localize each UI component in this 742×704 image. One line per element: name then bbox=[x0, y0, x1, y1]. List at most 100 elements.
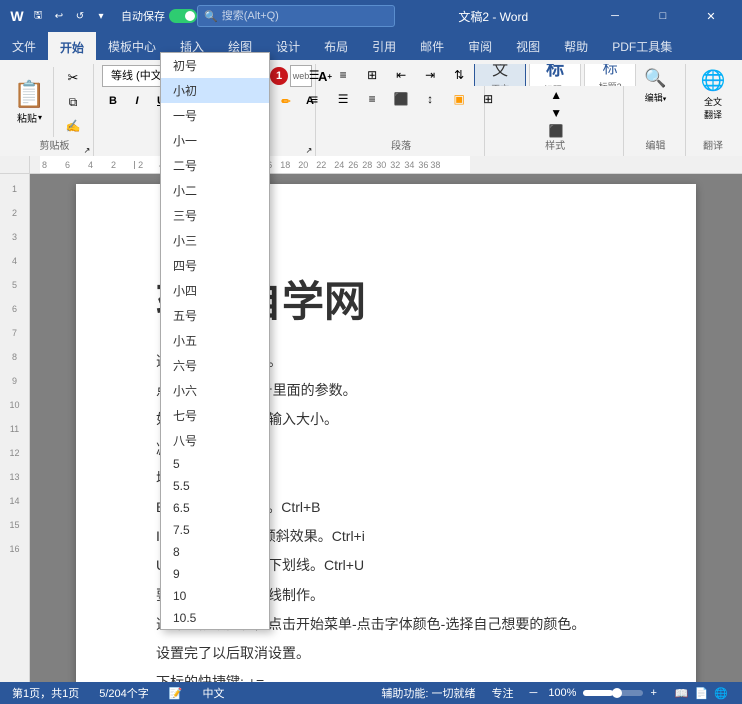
styles-up-button[interactable]: ▲ bbox=[542, 86, 570, 104]
editing-expand-button[interactable]: 🔍 编辑▾ bbox=[631, 64, 681, 108]
focus-button[interactable]: 专注 bbox=[488, 682, 518, 704]
tab-references[interactable]: 引用 bbox=[360, 32, 408, 60]
tab-layout[interactable]: 布局 bbox=[312, 32, 360, 60]
editing-controls: 🔍 编辑▾ bbox=[631, 64, 681, 124]
translate-group-label: 翻译 bbox=[688, 137, 738, 152]
fontsize-item-wuhao[interactable]: 五号 bbox=[161, 303, 269, 328]
fontsize-item-10-5[interactable]: 10.5 bbox=[161, 607, 269, 629]
fontsize-item-qihao[interactable]: 七号 bbox=[161, 403, 269, 428]
web-view-button[interactable]: 🌐 bbox=[712, 687, 730, 700]
tab-template[interactable]: 模板中心 bbox=[96, 32, 168, 60]
undo-icon[interactable]: ↩ bbox=[50, 7, 68, 25]
zoom-in-button[interactable]: + bbox=[646, 682, 660, 704]
fontsize-item-xiaosi[interactable]: 小四 bbox=[161, 278, 269, 303]
fontsize-item-xiaoer[interactable]: 小二 bbox=[161, 178, 269, 203]
redo-icon[interactable]: ↺ bbox=[71, 7, 89, 25]
copy-button[interactable]: ⧉ bbox=[59, 91, 87, 113]
fontsize-item-chuhao[interactable]: 初号 bbox=[161, 53, 269, 78]
fontsize-item-liuhao[interactable]: 六号 bbox=[161, 353, 269, 378]
clipboard-expand[interactable]: ↗ bbox=[81, 144, 93, 156]
fontsize-item-5[interactable]: 5 bbox=[161, 453, 269, 475]
clipboard-group: 📋 粘贴▾ ✂ ⧉ ✍ 剪贴板 ↗ bbox=[4, 64, 94, 156]
fontsize-item-yihao[interactable]: 一号 bbox=[161, 103, 269, 128]
fontsize-item-erhao[interactable]: 二号 bbox=[161, 153, 269, 178]
translate-controls: 🌐 全文翻译 bbox=[689, 64, 737, 141]
tab-design[interactable]: 设计 bbox=[264, 32, 312, 60]
document-scroll[interactable]: 软件自学网 选中要修改的内容。点击开始菜单-字号里面的参数。如果要更改，手动输入… bbox=[30, 174, 742, 682]
translate-label: 全文翻译 bbox=[704, 95, 722, 121]
line-spacing-button[interactable]: ↕ bbox=[416, 88, 444, 110]
zoom-out-button[interactable]: ─ bbox=[526, 682, 542, 704]
tab-mailings[interactable]: 邮件 bbox=[408, 32, 456, 60]
fontsize-item-bahao[interactable]: 八号 bbox=[161, 428, 269, 453]
restore-button[interactable]: □ bbox=[640, 0, 686, 32]
sort-button[interactable]: ⇅ bbox=[445, 64, 473, 86]
fontsize-item-xiaoyi[interactable]: 小一 bbox=[161, 128, 269, 153]
editing-group-label: 编辑 bbox=[626, 137, 685, 152]
close-button[interactable]: ✕ bbox=[688, 0, 734, 32]
accessibility-label: 辅助功能: 一切就绪 bbox=[377, 682, 479, 704]
numbering-button[interactable]: ≡ bbox=[329, 64, 357, 86]
increase-indent-button[interactable]: ⇥ bbox=[416, 64, 444, 86]
fontsize-item-xiaochi[interactable]: 小初 bbox=[161, 78, 269, 103]
tab-home[interactable]: 开始 bbox=[48, 32, 96, 60]
styles-down-button[interactable]: ▼ bbox=[542, 104, 570, 122]
read-mode-button[interactable]: 📖 bbox=[673, 687, 691, 700]
editing-icon: 🔍 bbox=[644, 68, 666, 89]
multilevel-button[interactable]: ⊞ bbox=[358, 64, 386, 86]
autosave-toggle[interactable] bbox=[169, 9, 197, 23]
fontsize-item-sanhao[interactable]: 三号 bbox=[161, 203, 269, 228]
align-right-button[interactable]: ≡ bbox=[358, 88, 386, 110]
search-input[interactable] bbox=[222, 10, 362, 22]
full-translate-button[interactable]: 🌐 全文翻译 bbox=[689, 64, 737, 125]
tab-file[interactable]: 文件 bbox=[0, 32, 48, 60]
bold-button[interactable]: B bbox=[102, 90, 124, 112]
print-layout-button[interactable]: 📄 bbox=[693, 687, 711, 700]
page-info[interactable]: 第1页，共1页 bbox=[8, 682, 83, 704]
language-indicator[interactable]: 中文 bbox=[198, 682, 228, 704]
minimize-button[interactable]: ─ bbox=[592, 0, 638, 32]
style-heading1[interactable]: 标 标题1 bbox=[529, 64, 581, 86]
window-title: 🔍 bbox=[197, 5, 395, 27]
tab-review[interactable]: 审阅 bbox=[456, 32, 504, 60]
format-painter-button[interactable]: ✍ bbox=[59, 115, 87, 137]
zoom-slider[interactable] bbox=[583, 690, 643, 696]
bullets-button[interactable]: ☰ bbox=[300, 64, 328, 86]
styles-group: 文 正文 标 标题1 标 标题2 ▲ ▼ ⬛ 样式 bbox=[487, 64, 624, 156]
editing-group: 🔍 编辑▾ 编辑 bbox=[626, 64, 686, 156]
ribbon-content: 📋 粘贴▾ ✂ ⧉ ✍ 剪贴板 ↗ 等线 (中文正文) ▾ bbox=[0, 60, 742, 156]
cut-button[interactable]: ✂ bbox=[59, 67, 87, 89]
paste-button[interactable]: 📋 粘贴▾ bbox=[10, 67, 54, 137]
highlight-button[interactable]: ✏ bbox=[275, 90, 297, 112]
zoom-level: 100% bbox=[544, 682, 580, 704]
zoom-thumb[interactable] bbox=[612, 688, 622, 698]
doc-line: 设置完了以后取消设置。 bbox=[156, 641, 616, 666]
word-count[interactable]: 5/204个字 bbox=[95, 682, 153, 704]
fontsize-item-5-5[interactable]: 5.5 bbox=[161, 475, 269, 497]
italic-button[interactable]: I bbox=[126, 90, 148, 112]
style-h2-label: 标题2 bbox=[599, 80, 622, 86]
align-center-button[interactable]: ☰ bbox=[329, 88, 357, 110]
fontsize-item-xiaoliu[interactable]: 小六 bbox=[161, 378, 269, 403]
fontsize-item-xiaowu[interactable]: 小五 bbox=[161, 328, 269, 353]
justify-button[interactable]: ⬛ bbox=[387, 88, 415, 110]
customize-icon[interactable]: ▾ bbox=[92, 7, 110, 25]
align-left-button[interactable]: ≡ bbox=[300, 88, 328, 110]
tab-pdf[interactable]: PDF工具集 bbox=[600, 32, 684, 60]
fontsize-item-9[interactable]: 9 bbox=[161, 563, 269, 585]
fontsize-item-sihao[interactable]: 四号 bbox=[161, 253, 269, 278]
decrease-indent-button[interactable]: ⇤ bbox=[387, 64, 415, 86]
fontsize-item-6-5[interactable]: 6.5 bbox=[161, 497, 269, 519]
fontsize-item-7-5[interactable]: 7.5 bbox=[161, 519, 269, 541]
translate-group: 🌐 全文翻译 翻译 bbox=[688, 64, 738, 156]
macro-button[interactable]: 📝 bbox=[165, 682, 187, 704]
font-expand[interactable]: ↗ bbox=[303, 144, 315, 156]
tab-view[interactable]: 视图 bbox=[504, 32, 552, 60]
shading-button[interactable]: ▣ bbox=[445, 88, 473, 110]
save-icon[interactable]: 🖫 bbox=[29, 7, 47, 25]
style-normal[interactable]: 文 正文 bbox=[474, 64, 526, 86]
fontsize-item-8[interactable]: 8 bbox=[161, 541, 269, 563]
fontsize-item-xiaosan[interactable]: 小三 bbox=[161, 228, 269, 253]
fontsize-item-10[interactable]: 10 bbox=[161, 585, 269, 607]
tab-help[interactable]: 帮助 bbox=[552, 32, 600, 60]
